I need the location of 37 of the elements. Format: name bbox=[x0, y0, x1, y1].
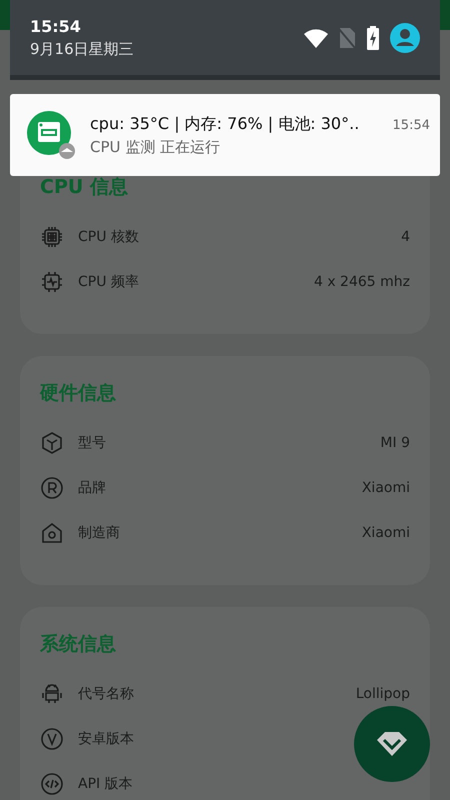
notification-time: 15:54 bbox=[392, 118, 430, 132]
row-value: 4 bbox=[401, 228, 410, 244]
row-label: CPU 核数 bbox=[78, 228, 139, 246]
chevron-down-icon bbox=[375, 730, 409, 758]
wifi-icon bbox=[304, 28, 328, 48]
no-sim-icon bbox=[338, 26, 356, 48]
cube-icon bbox=[40, 430, 64, 454]
row-label: 制造商 bbox=[78, 524, 120, 542]
android-icon bbox=[40, 682, 64, 706]
registered-icon bbox=[40, 476, 64, 500]
letter-v-circle-icon bbox=[40, 726, 64, 750]
app-icon bbox=[26, 110, 76, 160]
row-label: 品牌 bbox=[78, 478, 106, 496]
row-value: Xiaomi bbox=[362, 524, 410, 540]
row-value: Lollipop bbox=[356, 686, 410, 702]
notification-text: CPU 监测 正在运行 bbox=[90, 138, 222, 156]
row-label: 型号 bbox=[78, 434, 106, 452]
chip-pulse-icon bbox=[40, 270, 64, 294]
row-value: 4 x 2465 mhz bbox=[314, 274, 410, 290]
date: 9月16日星期三 bbox=[30, 40, 135, 58]
row-label: API 版本 bbox=[78, 774, 133, 792]
section-title: 系统信息 bbox=[40, 632, 117, 657]
row-value: MI 9 bbox=[380, 434, 410, 450]
notification-card[interactable]: cpu: 35°C | 内存: 76% | 电池: 30°.. 15:54 CPU 监测 正在运行 bbox=[10, 94, 440, 176]
row-value: Xiaomi bbox=[362, 480, 410, 496]
row-label: CPU 频率 bbox=[78, 272, 139, 290]
home-icon bbox=[40, 520, 64, 544]
account-avatar-icon[interactable] bbox=[390, 22, 420, 52]
row-label: 安卓版本 bbox=[78, 730, 134, 748]
chip-icon bbox=[40, 224, 64, 248]
clock: 15:54 bbox=[30, 16, 82, 36]
section-title: 硬件信息 bbox=[40, 381, 117, 406]
notification-title: cpu: 35°C | 内存: 76% | 电池: 30°.. bbox=[90, 114, 360, 134]
code-circle-icon bbox=[40, 772, 64, 796]
battery-charging-icon bbox=[366, 26, 380, 50]
row-label: 代号名称 bbox=[78, 684, 134, 702]
section-title: CPU 信息 bbox=[40, 175, 129, 200]
